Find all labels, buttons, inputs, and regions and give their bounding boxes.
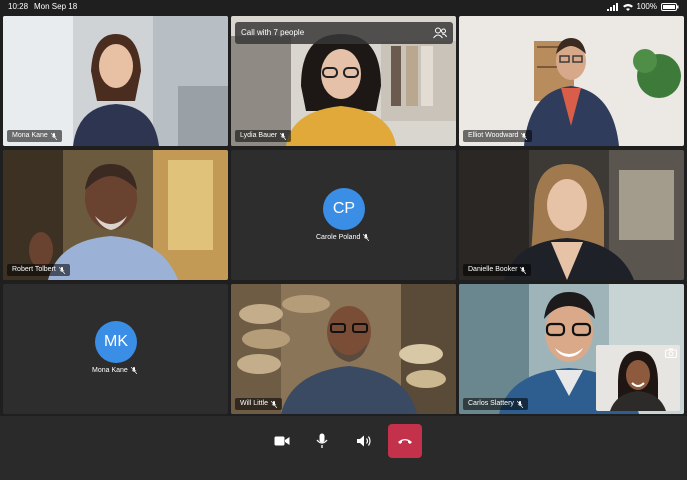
avatar: CP: [323, 188, 365, 230]
mic-off-icon: [271, 400, 278, 408]
status-bar: 10:28 Mon Sep 18 100%: [0, 0, 687, 14]
participant-name: Mona Kane: [12, 132, 48, 139]
call-controls-bar: [0, 416, 687, 480]
participant-name: Carole Poland: [316, 234, 361, 241]
participant-video: [459, 16, 684, 146]
mic-off-icon: [50, 132, 57, 140]
phone-hangup-icon: [398, 439, 412, 444]
video-tile-will-little[interactable]: Will Little: [231, 284, 456, 414]
video-camera-icon: [274, 436, 290, 446]
participant-name: Will Little: [240, 400, 269, 407]
avatar-initials: CP: [332, 200, 356, 217]
video-tile-mona-kane-avatar[interactable]: MK Mona Kane: [3, 284, 228, 414]
avatar: MK: [95, 321, 137, 363]
participant-video: [231, 284, 456, 414]
video-tile-robert-tolbert[interactable]: Robert Tolbert: [3, 150, 228, 280]
call-banner-text: Call with 7 people: [241, 28, 305, 37]
participant-name-tag: Mona Kane: [7, 130, 62, 142]
status-time: 10:28: [8, 2, 29, 11]
hangup-button[interactable]: [388, 424, 422, 458]
mic-off-icon: [58, 266, 65, 274]
call-banner[interactable]: Call with 7 people: [235, 22, 453, 44]
switch-camera-icon[interactable]: [665, 348, 677, 358]
self-view[interactable]: [596, 345, 680, 411]
battery-icon: [661, 2, 679, 11]
speaker-icon: [357, 435, 371, 447]
participant-name-tag: Lydia Bauer: [235, 130, 292, 142]
mic-off-icon: [280, 132, 287, 140]
participant-name-tag: Elliot Woodward: [463, 130, 533, 142]
speaker-button[interactable]: [350, 427, 378, 455]
participant-name: Mona Kane: [92, 367, 128, 374]
participant-name-tag: Mona Kane: [92, 367, 137, 374]
status-date: Mon Sep 18: [34, 2, 78, 11]
participant-name: Carlos Slattery: [468, 400, 514, 407]
video-tile-elliot-woodward[interactable]: Elliot Woodward: [459, 16, 684, 146]
participant-name-tag: Carole Poland: [316, 234, 370, 241]
microphone-icon: [316, 433, 328, 448]
signal-icon: [606, 2, 618, 11]
people-icon[interactable]: [433, 27, 447, 39]
mic-off-icon: [130, 367, 137, 374]
camera-button[interactable]: [268, 427, 296, 455]
participant-name: Robert Tolbert: [12, 266, 56, 273]
avatar-initials: MK: [104, 333, 128, 350]
participant-video: [3, 150, 228, 280]
participant-name: Danielle Booker: [468, 266, 518, 273]
video-tile-danielle-booker[interactable]: Danielle Booker: [459, 150, 684, 280]
mic-off-icon: [516, 400, 523, 408]
participant-video: [459, 150, 684, 280]
video-tile-lydia-bauer[interactable]: Call with 7 people Lydia Bauer: [231, 16, 456, 146]
participant-name: Elliot Woodward: [468, 132, 519, 139]
participant-name-tag: Will Little: [235, 398, 283, 410]
battery-percent: 100%: [636, 2, 657, 11]
participant-video: [3, 16, 228, 146]
microphone-button[interactable]: [308, 427, 336, 455]
video-tile-carole-poland[interactable]: CP Carole Poland: [231, 150, 456, 280]
mic-off-icon: [363, 234, 370, 241]
participant-name-tag: Danielle Booker: [463, 264, 532, 276]
status-indicators: 100%: [606, 2, 679, 11]
video-tile-carlos-slattery[interactable]: Carlos Slattery: [459, 284, 684, 414]
participant-name: Lydia Bauer: [240, 132, 278, 139]
mic-off-icon: [521, 132, 528, 140]
wifi-icon: [622, 3, 633, 11]
participant-name-tag: Robert Tolbert: [7, 264, 70, 276]
mic-off-icon: [520, 266, 527, 274]
video-tile-mona-kane[interactable]: Mona Kane: [3, 16, 228, 146]
participant-name-tag: Carlos Slattery: [463, 398, 528, 410]
